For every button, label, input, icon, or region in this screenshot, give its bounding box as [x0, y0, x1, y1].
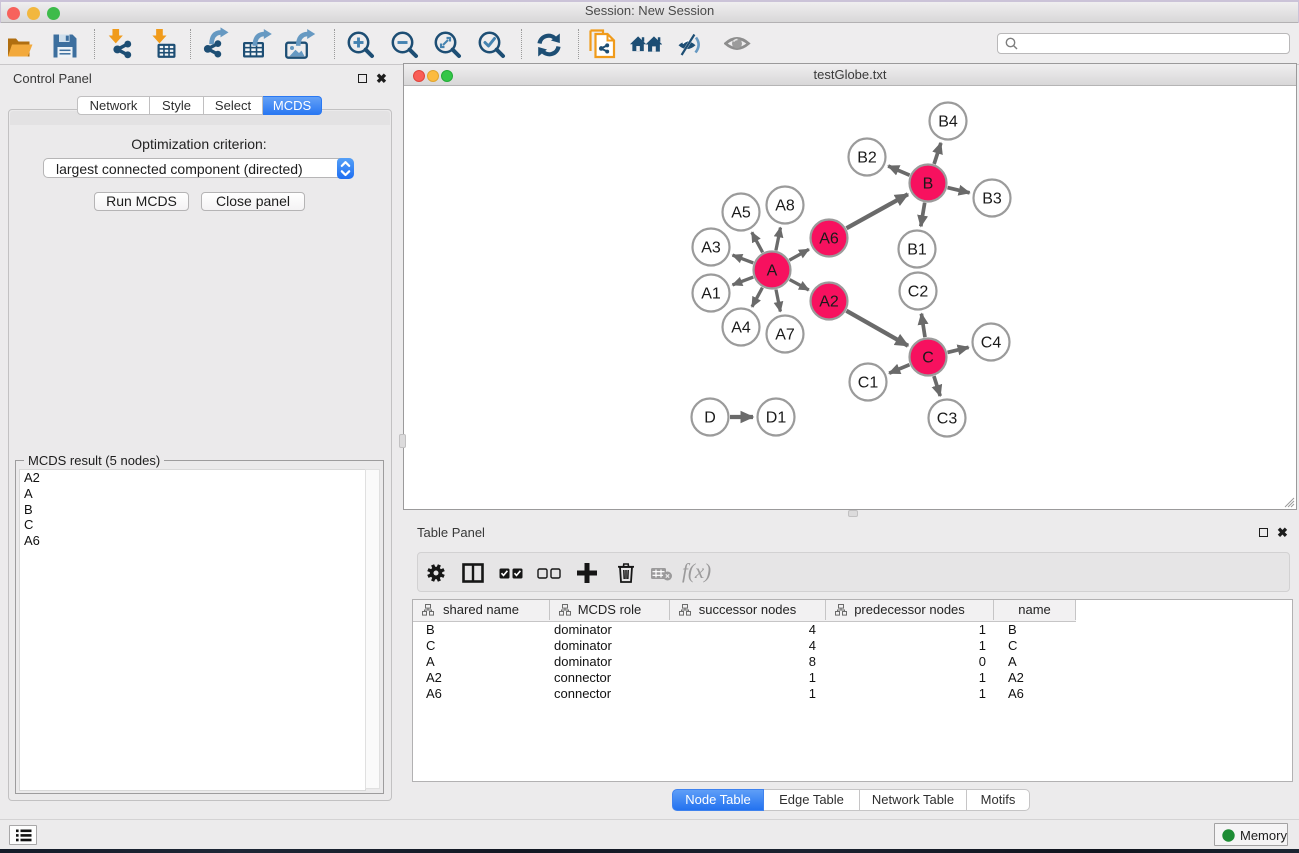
- svg-text:C: C: [922, 350, 934, 367]
- svg-text:A5: A5: [731, 205, 751, 222]
- svg-text:B2: B2: [857, 150, 877, 167]
- svg-text:A4: A4: [731, 320, 751, 337]
- svg-text:C2: C2: [908, 284, 929, 301]
- svg-text:f(x): f(x): [682, 561, 711, 583]
- svg-text:A3: A3: [701, 240, 721, 257]
- svg-text:A8: A8: [775, 198, 795, 215]
- svg-text:A1: A1: [701, 286, 721, 303]
- svg-text:D: D: [704, 410, 716, 427]
- svg-text:A2: A2: [819, 294, 839, 311]
- svg-text:A: A: [767, 263, 778, 280]
- svg-text:C4: C4: [981, 335, 1002, 352]
- svg-text:C1: C1: [858, 375, 879, 392]
- svg-text:B1: B1: [907, 242, 927, 259]
- svg-text:B3: B3: [982, 191, 1002, 208]
- svg-text:B: B: [923, 176, 934, 193]
- svg-text:A7: A7: [775, 327, 795, 344]
- svg-text:C3: C3: [937, 411, 958, 428]
- svg-text:A6: A6: [819, 231, 839, 248]
- svg-text:D1: D1: [766, 410, 787, 427]
- svg-text:B4: B4: [938, 114, 958, 131]
